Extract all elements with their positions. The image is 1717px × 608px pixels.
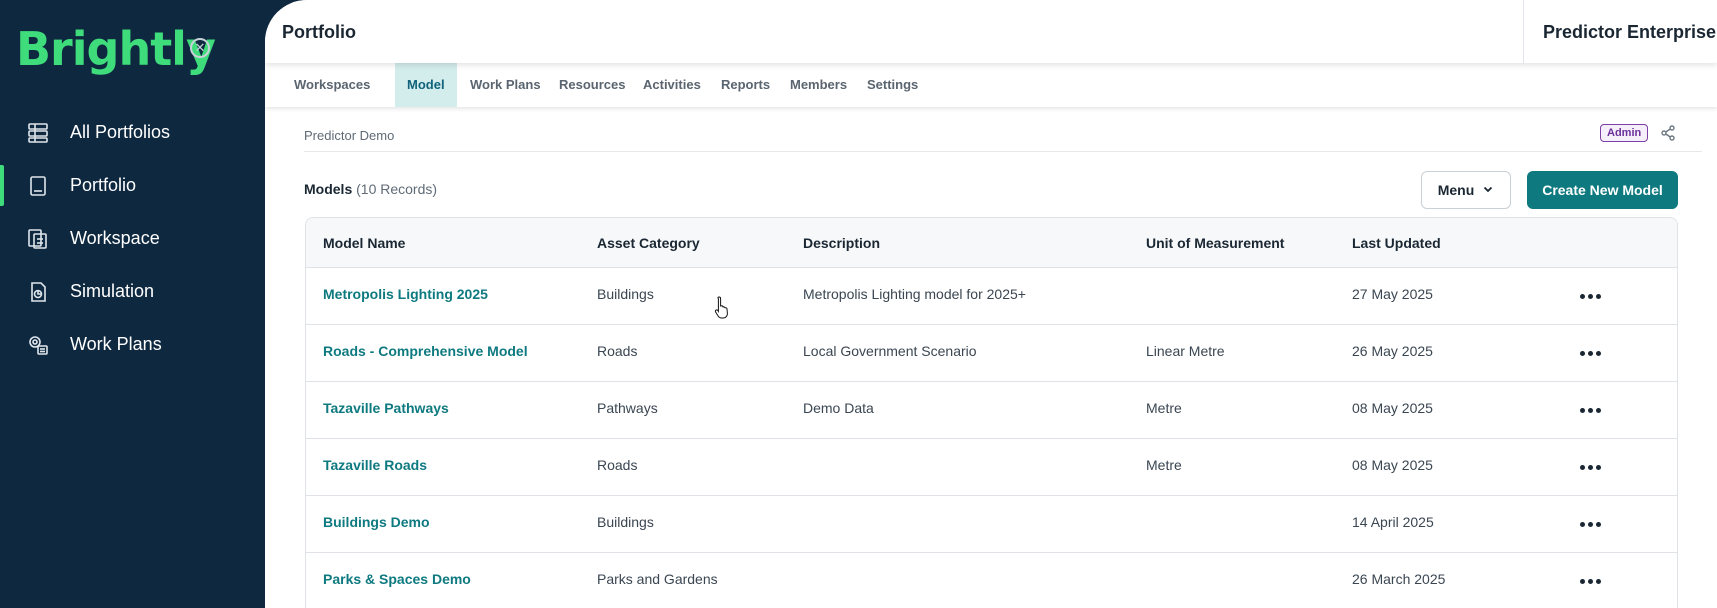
sidebar-item-all-portfolios[interactable]: All Portfolios xyxy=(0,106,265,159)
chevron-down-icon xyxy=(1482,182,1494,198)
menu-button[interactable]: Menu xyxy=(1421,171,1511,209)
tab-members[interactable]: Members xyxy=(778,63,859,107)
asset-category: Roads xyxy=(597,457,638,473)
divider xyxy=(1523,0,1524,63)
tab-settings[interactable]: Settings xyxy=(855,63,930,107)
models-table: Model Name Asset Category Description Un… xyxy=(305,217,1678,608)
sidebar: Brightly ✕ All Portfolios Portfolio Work… xyxy=(0,0,265,608)
models-title: Models xyxy=(304,181,353,197)
brand-logo[interactable]: Brightly xyxy=(16,22,216,76)
description: Demo Data xyxy=(803,400,874,416)
main-panel: Portfolio Predictor Enterprise Workspace… xyxy=(265,0,1717,608)
portfolios-icon xyxy=(26,121,50,145)
tab-work-plans[interactable]: Work Plans xyxy=(458,63,553,107)
table-header: Model Name Asset Category Description Un… xyxy=(306,218,1677,268)
column-header-description[interactable]: Description xyxy=(803,235,880,251)
description: Metropolis Lighting model for 2025+ xyxy=(803,286,1026,302)
more-options-icon[interactable] xyxy=(1578,457,1602,477)
sidebar-item-simulation[interactable]: Simulation xyxy=(0,265,265,318)
hand-cursor-icon xyxy=(713,295,731,319)
tab-workspaces[interactable]: Workspaces xyxy=(282,63,382,107)
sidebar-item-label: Work Plans xyxy=(70,334,162,354)
unit: Metre xyxy=(1146,457,1182,473)
last-updated: 26 May 2025 xyxy=(1352,343,1433,359)
last-updated: 14 April 2025 xyxy=(1352,514,1434,530)
table-row: Metropolis Lighting 2025 Buildings Metro… xyxy=(306,268,1677,325)
breadcrumb-workspace: Predictor Demo xyxy=(304,128,395,143)
breadcrumb: Predictor Demo Admin xyxy=(304,116,1702,152)
sidebar-item-label: Portfolio xyxy=(70,175,137,195)
workspace-icon xyxy=(26,227,50,251)
model-name-link[interactable]: Parks & Spaces Demo xyxy=(323,571,471,587)
model-name-link[interactable]: Tazaville Roads xyxy=(323,457,427,473)
records-count: (10 Records) xyxy=(356,181,438,197)
book-icon xyxy=(26,174,50,198)
asset-category: Pathways xyxy=(597,400,658,416)
last-updated: 27 May 2025 xyxy=(1352,286,1433,302)
table-row: Tazaville Roads Roads Metre 08 May 2025 xyxy=(306,439,1677,496)
sidebar-item-work-plans[interactable]: Work Plans xyxy=(0,318,265,371)
work-plans-icon xyxy=(26,333,50,357)
column-header-asset-category[interactable]: Asset Category xyxy=(597,235,700,251)
create-new-model-button[interactable]: Create New Model xyxy=(1527,171,1678,209)
tab-model[interactable]: Model xyxy=(395,63,457,107)
product-name[interactable]: Predictor Enterprise xyxy=(1543,22,1716,43)
more-options-icon[interactable] xyxy=(1578,343,1602,363)
brightly-logo[interactable]: Brightly xyxy=(16,22,216,76)
more-options-icon[interactable] xyxy=(1578,514,1602,534)
last-updated: 08 May 2025 xyxy=(1352,400,1433,416)
column-header-model-name[interactable]: Model Name xyxy=(323,235,405,251)
tab-reports[interactable]: Reports xyxy=(709,63,782,107)
sidebar-nav: All Portfolios Portfolio Workspace Simul… xyxy=(0,106,265,371)
description: Local Government Scenario xyxy=(803,343,977,359)
page-title: Portfolio xyxy=(282,22,356,42)
asset-category: Buildings xyxy=(597,286,654,302)
sidebar-item-portfolio[interactable]: Portfolio xyxy=(0,159,265,212)
more-options-icon[interactable] xyxy=(1578,286,1602,306)
unit: Linear Metre xyxy=(1146,343,1225,359)
asset-category: Buildings xyxy=(597,514,654,530)
tab-activities[interactable]: Activities xyxy=(631,63,713,107)
table-row: Parks & Spaces Demo Parks and Gardens 26… xyxy=(306,553,1677,608)
asset-category: Roads xyxy=(597,343,638,359)
more-options-icon[interactable] xyxy=(1578,571,1602,591)
top-bar: Portfolio Predictor Enterprise xyxy=(265,0,1717,63)
menu-label: Menu xyxy=(1437,182,1475,198)
more-options-icon[interactable] xyxy=(1578,400,1602,420)
column-header-last-updated[interactable]: Last Updated xyxy=(1352,235,1441,251)
sidebar-item-label: Simulation xyxy=(70,281,155,301)
share-icon[interactable] xyxy=(1660,125,1676,141)
table-row: Tazaville Pathways Pathways Demo Data Me… xyxy=(306,382,1677,439)
sidebar-item-label: Workspace xyxy=(70,228,160,248)
asset-category: Parks and Gardens xyxy=(597,571,718,587)
unit: Metre xyxy=(1146,400,1182,416)
last-updated: 08 May 2025 xyxy=(1352,457,1433,473)
tab-resources[interactable]: Resources xyxy=(547,63,637,107)
model-name-link[interactable]: Metropolis Lighting 2025 xyxy=(323,286,488,302)
table-row: Buildings Demo Buildings 14 April 2025 xyxy=(306,496,1677,553)
column-header-unit[interactable]: Unit of Measurement xyxy=(1146,235,1284,251)
sidebar-item-workspace[interactable]: Workspace xyxy=(0,212,265,265)
model-name-link[interactable]: Tazaville Pathways xyxy=(323,400,449,416)
tab-bar: Workspaces Model Work Plans Resources Ac… xyxy=(265,63,1717,107)
close-sidebar-button[interactable]: ✕ xyxy=(190,38,210,58)
model-name-link[interactable]: Buildings Demo xyxy=(323,514,430,530)
role-badge: Admin xyxy=(1600,124,1649,142)
models-heading: Models (10 Records) xyxy=(304,181,437,197)
table-row: Roads - Comprehensive Model Roads Local … xyxy=(306,325,1677,382)
model-name-link[interactable]: Roads - Comprehensive Model xyxy=(323,343,528,359)
simulation-icon xyxy=(26,280,50,304)
last-updated: 26 March 2025 xyxy=(1352,571,1446,587)
sidebar-item-label: All Portfolios xyxy=(70,122,171,142)
